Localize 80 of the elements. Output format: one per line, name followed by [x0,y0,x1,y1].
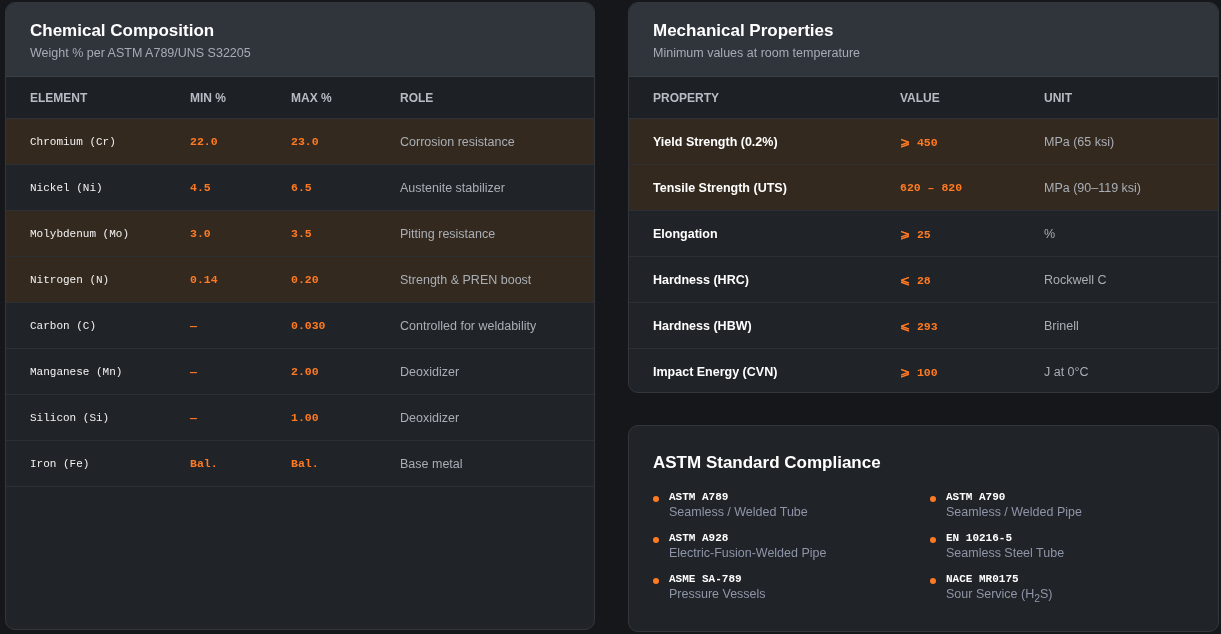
property-cell-text: Elongation [653,226,719,241]
role-cell-text: Strength & PREN boost [400,272,533,287]
max-cell-text: 0.030 [291,319,327,332]
value-cell-text: ⩾ 25 [900,226,932,241]
unit-cell-text: MPa (65 ksi) [1044,134,1116,149]
unit-cell-text: J at 0°C [1044,364,1090,379]
standard-description: Seamless / Welded Pipe [946,504,1082,519]
bullet-icon [930,536,936,543]
value-cell-text: ⩾ 100 [900,364,939,379]
min-cell-text: — [190,365,198,378]
standard-description: Seamless / Welded Tube [669,504,808,519]
unit-cell-text: % [1044,226,1057,241]
standard-code: ASTM A790 [946,490,1007,503]
role-cell-text: Base metal [400,456,464,471]
min-cell-text: 4.5 [190,181,212,194]
standard-description: Electric-Fusion-Welded Pipe [669,545,827,560]
min-cell-text: 22.0 [190,135,219,148]
property-cell-text: Hardness (HRC) [653,272,750,287]
standard-description: Seamless Steel Tube [946,545,1065,560]
standard-description: Sour Service (H$_{2}$S) [946,586,1053,604]
min-cell-text: — [190,319,198,332]
standard-code: ASME SA-789 [669,572,743,585]
max-cell-text: 23.0 [291,135,320,148]
element-cell-text: Nitrogen (N) [30,273,111,286]
max-cell-text: 2.00 [291,365,320,378]
role-cell-text: Corrosion resistance [400,134,516,149]
min-cell-text: — [190,411,198,424]
role-cell-text: Deoxidizer [400,410,461,425]
element-cell-text: Nickel (Ni) [30,181,104,194]
column-header: MAX % [291,90,333,105]
value-cell-text: ⩽ 28 [900,272,932,287]
value-cell-text: ⩽ 293 [900,318,939,333]
bullet-icon [930,495,936,502]
role-cell-text: Deoxidizer [400,364,461,379]
element-cell-text: Iron (Fe) [30,457,91,470]
column-header: PROPERTY [653,90,720,105]
card-subtitle: Weight % per ASTM A789/UNS S32205 [30,46,252,60]
column-header: ROLE [400,90,435,105]
standard-code: EN 10216-5 [946,531,1013,544]
bullet-icon [653,495,659,502]
standard-code: ASTM A928 [669,531,730,544]
max-cell-text: 3.5 [291,227,313,240]
column-header: UNIT [1044,90,1073,105]
card-subtitle: Minimum values at room temperature [653,46,862,60]
column-header: MIN % [190,90,227,105]
element-cell-text: Chromium (Cr) [30,135,117,148]
property-cell-text: Hardness (HBW) [653,318,753,333]
bullet-icon [653,536,659,543]
card-title: ASTM Standard Compliance [653,452,882,473]
bullet-icon [930,577,936,584]
property-cell-text: Impact Energy (CVN) [653,364,779,379]
value-cell-text: 620 – 820 [900,181,964,194]
role-cell-text: Pitting resistance [400,226,497,241]
property-cell-text: Tensile Strength (UTS) [653,180,788,195]
min-cell-text: Bal. [190,457,219,470]
element-cell-text: Molybdenum (Mo) [30,227,131,240]
standard-code: NACE MR0175 [946,572,1020,585]
value-cell-text: ⩾ 450 [900,134,939,149]
bullet-icon [653,577,659,584]
card-title: Chemical Composition [30,21,216,41]
element-cell-text: Silicon (Si) [30,411,111,424]
unit-cell-text: Rockwell C [1044,272,1108,287]
element-cell-text: Carbon (C) [30,319,97,332]
max-cell-text: Bal. [291,457,320,470]
min-cell-text: 3.0 [190,227,212,240]
column-header: ELEMENT [30,90,89,105]
max-cell-text: 0.20 [291,273,320,286]
element-cell-text: Manganese (Mn) [30,365,124,378]
min-cell-text: 0.14 [190,273,219,286]
role-cell-text: Controlled for weldability [400,318,538,333]
property-cell-text: Yield Strength (0.2%) [653,134,779,149]
max-cell-text: 6.5 [291,181,313,194]
unit-cell-text: Brinell [1044,318,1080,333]
role-cell-text: Austenite stabilizer [400,180,506,195]
card-title: Mechanical Properties [653,21,835,41]
standard-code: ASTM A789 [669,490,730,503]
max-cell-text: 1.00 [291,411,320,424]
column-header: VALUE [900,90,941,105]
standard-description: Pressure Vessels [669,586,766,601]
unit-cell-text: MPa (90–119 ksi) [1044,180,1143,195]
